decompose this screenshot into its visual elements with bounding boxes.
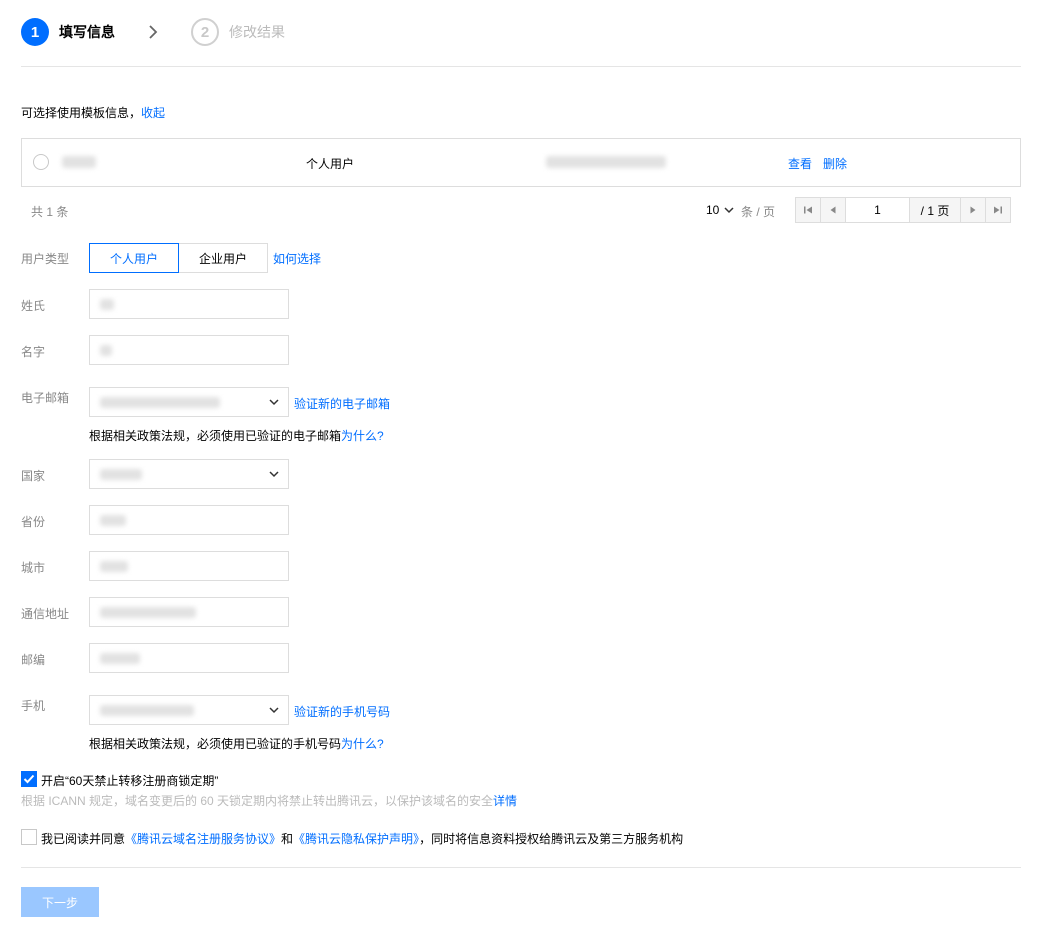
step-1-indicator: 1 [21,18,49,46]
email-label: 电子邮箱 [21,391,70,405]
template-list: 个人用户 查看 删除 [21,138,1021,187]
name-value-redacted [100,345,112,356]
prev-page-icon[interactable] [821,198,846,222]
verify-phone-link[interactable]: 验证新的手机号码 [294,703,390,720]
template-prompt: 可选择使用模板信息，收起 [21,104,165,121]
step-1-label: 填写信息 [59,24,115,40]
next-page-icon[interactable] [960,198,985,222]
province-value-redacted [100,515,126,526]
user-type-enterprise-button[interactable]: 企业用户 [179,243,268,273]
country-label: 国家 [21,469,46,483]
stepper-divider [21,66,1021,67]
template-prompt-text: 可选择使用模板信息， [21,106,142,120]
page-size-value: 10 [706,203,720,217]
page-size-select[interactable]: 10 [706,203,735,217]
phone-label: 手机 [21,699,46,713]
chevron-down-icon [269,707,279,714]
template-user-type: 个人用户 [306,157,355,171]
phone-select[interactable] [89,695,289,725]
city-value-redacted [100,561,128,572]
view-template-link[interactable]: 查看 [788,155,812,172]
total-count: 共 1 条 [31,205,69,219]
verify-email-link[interactable]: 验证新的电子邮箱 [294,395,390,412]
step-2-number: 2 [200,23,210,41]
agreement-checkbox[interactable] [21,829,37,845]
agreement-prefix: 我已阅读并同意 [41,832,126,846]
city-label: 城市 [21,561,46,575]
postcode-input[interactable] [89,643,289,673]
lock-period-detail-link[interactable]: 详情 [493,794,517,808]
service-agreement-link[interactable]: 《腾讯云域名注册服务协议》 [125,832,281,846]
page-size-unit: 条 / 页 [741,205,776,219]
surname-value-redacted [100,299,114,310]
template-row[interactable]: 个人用户 查看 删除 [22,139,1020,186]
postcode-value-redacted [100,653,140,664]
last-page-icon[interactable] [985,198,1010,222]
email-hint: 根据相关政策法规，必须使用已验证的电子邮箱为什么? [89,427,384,444]
email-select[interactable] [89,387,289,417]
pager: 1 / 1 页 [795,197,1011,223]
province-label: 省份 [21,515,46,529]
user-type-personal-button[interactable]: 个人用户 [89,243,179,273]
first-page-icon[interactable] [796,198,821,222]
phone-hint-text: 根据相关政策法规，必须使用已验证的手机号码 [89,737,342,751]
chevron-down-icon [269,471,279,478]
phone-hint: 根据相关政策法规，必须使用已验证的手机号码为什么? [89,735,384,752]
address-value-redacted [100,607,196,618]
email-hint-text: 根据相关政策法规，必须使用已验证的电子邮箱 [89,429,342,443]
address-label: 通信地址 [21,607,70,621]
province-input[interactable] [89,505,289,535]
surname-input[interactable] [89,289,289,319]
step-2-label: 修改结果 [229,24,285,40]
name-label: 名字 [21,345,46,359]
chevron-down-icon [724,207,734,214]
delete-template-link[interactable]: 删除 [823,155,847,172]
page-number-input[interactable]: 1 [846,198,910,222]
address-input[interactable] [89,597,289,627]
email-why-link[interactable]: 为什么? [341,429,384,443]
collapse-template-link[interactable]: 收起 [141,106,165,120]
chevron-right-icon [149,25,158,39]
step-1-number: 1 [30,23,40,41]
phone-value-redacted [100,705,194,716]
agreement-suffix: ，同时将信息资料授权给腾讯云及第三方服务机构 [419,832,684,846]
page-total: / 1 页 [920,203,950,218]
surname-label: 姓氏 [21,299,46,313]
agreement-and: 和 [281,832,294,846]
user-type-toggle: 个人用户 企业用户 [89,243,268,273]
phone-why-link[interactable]: 为什么? [341,737,384,751]
template-radio[interactable] [33,154,49,170]
agreement-text: 我已阅读并同意《腾讯云域名注册服务协议》和《腾讯云隐私保护声明》，同时将信息资料… [41,830,683,847]
checkmark-icon [23,774,35,784]
name-input[interactable] [89,335,289,365]
chevron-down-icon [269,399,279,406]
email-value-redacted [100,397,220,408]
country-value-redacted [100,469,142,480]
city-input[interactable] [89,551,289,581]
user-type-label: 用户类型 [21,252,70,266]
how-to-choose-link[interactable]: 如何选择 [273,250,321,267]
privacy-statement-link[interactable]: 《腾讯云隐私保护声明》 [293,832,419,846]
lock-period-desc: 根据 ICANN 规定，域名变更后的 60 天锁定期内将禁止转出腾讯云，以保护该… [21,792,517,809]
next-step-button[interactable]: 下一步 [21,887,99,917]
lock-period-checkbox[interactable] [21,771,37,787]
lock-period-desc-text: 根据 ICANN 规定，域名变更后的 60 天锁定期内将禁止转出腾讯云，以保护该… [21,794,494,808]
footer-divider [21,867,1021,868]
step-2-indicator: 2 [191,18,219,46]
lock-period-label: 开启“60天禁止转移注册商锁定期” [41,774,219,788]
template-email-redacted [546,156,666,168]
template-name-redacted [62,156,96,168]
postcode-label: 邮编 [21,653,46,667]
country-select[interactable] [89,459,289,489]
